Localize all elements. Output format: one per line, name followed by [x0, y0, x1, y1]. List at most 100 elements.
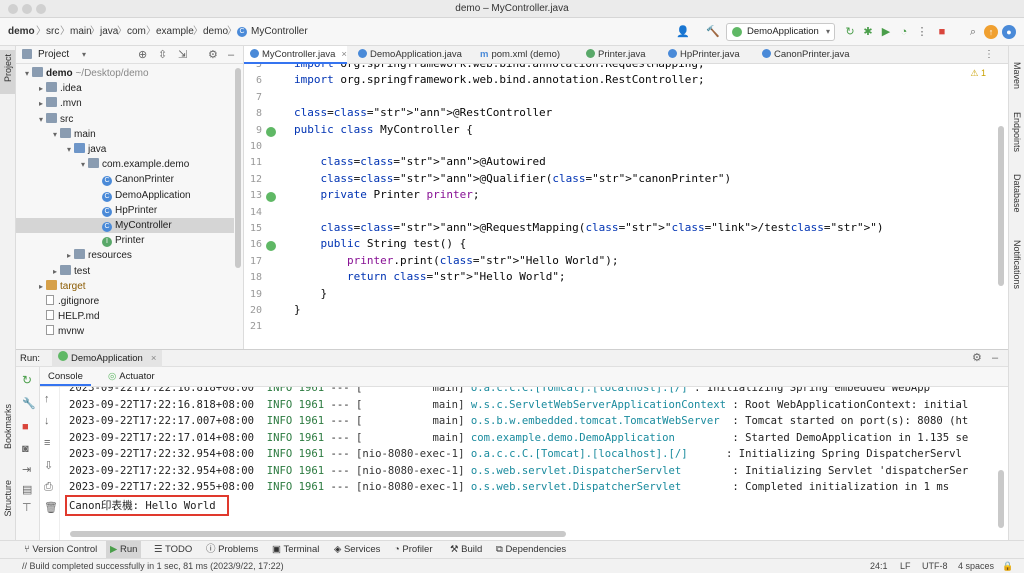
code-line[interactable]: class=class="str">"ann">@RestController: [294, 106, 552, 119]
tree-item-src[interactable]: ▾ src: [16, 112, 234, 127]
scroll-to-end-icon[interactable]: ⇩: [44, 459, 53, 472]
ai-assistant-icon[interactable]: ●: [1002, 25, 1016, 39]
chevron-down-icon[interactable]: ▾: [22, 66, 32, 81]
structure-tool-button[interactable]: Structure: [3, 480, 13, 517]
services-tool-button[interactable]: ◈ Services: [334, 541, 380, 559]
dependencies-tool-button[interactable]: ⧉ Dependencies: [496, 541, 566, 559]
database-tool-button[interactable]: Database: [1012, 174, 1022, 213]
terminal-tool-button[interactable]: ▣ Terminal: [272, 541, 319, 559]
locate-file-icon[interactable]: ⊕: [138, 46, 147, 64]
gear-icon[interactable]: ⚙: [208, 46, 218, 64]
line-number[interactable]: 15: [244, 223, 262, 234]
down-arrow-icon[interactable]: ↓: [44, 415, 50, 427]
code-line[interactable]: }: [294, 303, 301, 316]
editor-scrollbar[interactable]: [998, 126, 1004, 286]
line-separator[interactable]: LF: [900, 559, 911, 573]
rerun-icon[interactable]: ↻: [843, 25, 857, 39]
file-encoding[interactable]: UTF-8: [922, 559, 948, 573]
run-configuration-select[interactable]: DemoApplication ▾: [726, 23, 835, 41]
search-icon[interactable]: ⌕: [966, 25, 980, 39]
hide-panel-icon[interactable]: –: [228, 46, 234, 64]
wrench-icon[interactable]: 🔧: [22, 397, 36, 410]
maven-tool-button[interactable]: Maven: [1012, 62, 1022, 89]
tab-actuator[interactable]: ◎ Actuator: [100, 367, 163, 386]
code-line[interactable]: private Printer printer;: [294, 188, 480, 201]
close-icon[interactable]: ×: [341, 49, 347, 60]
bookmarks-tool-button[interactable]: Bookmarks: [3, 404, 13, 449]
debug-icon[interactable]: ✱: [861, 25, 875, 39]
line-number[interactable]: 10: [244, 141, 262, 152]
tab-mycontroller-java[interactable]: MyController.java ×: [244, 46, 347, 64]
close-window-button[interactable]: [8, 4, 18, 14]
more-tabs-icon[interactable]: ⋮: [984, 46, 994, 64]
line-number[interactable]: 19: [244, 289, 262, 300]
breadcrumb-example[interactable]: example: [156, 18, 194, 46]
tree-item-test[interactable]: ▸ test: [16, 264, 234, 279]
code-line[interactable]: class=class="str">"ann">@Qualifier(class…: [294, 172, 732, 185]
print-icon[interactable]: ⎙: [44, 481, 53, 494]
chevron-right-icon[interactable]: ▸: [36, 81, 46, 96]
tab-demoapplication-java[interactable]: DemoApplication.java: [352, 46, 462, 64]
tab-pom-xml[interactable]: m pom.xml (demo): [474, 46, 560, 64]
tree-item-mvn[interactable]: ▸ .mvn: [16, 96, 234, 111]
line-number[interactable]: 21: [244, 321, 262, 332]
chevron-right-icon[interactable]: ▸: [36, 279, 46, 294]
up-arrow-icon[interactable]: ↑: [44, 393, 50, 405]
breadcrumb-mycontroller[interactable]: MyController: [251, 18, 308, 46]
line-number[interactable]: 12: [244, 174, 262, 185]
code-line[interactable]: import org.springframework.web.bind.anno…: [294, 64, 705, 70]
line-number[interactable]: 7: [244, 92, 262, 103]
pin-icon[interactable]: ⊤: [22, 501, 32, 514]
tree-item-resources[interactable]: ▸ resources: [16, 248, 234, 263]
tree-item-hpprinter[interactable]: C HpPrinter: [16, 203, 234, 218]
status-message[interactable]: // Build completed successfully in 1 sec…: [22, 559, 284, 573]
line-number[interactable]: 20: [244, 305, 262, 316]
line-number[interactable]: 11: [244, 157, 262, 168]
breadcrumb-com[interactable]: com: [127, 18, 146, 46]
code-line[interactable]: public String test() {: [294, 237, 467, 250]
tree-item-printer[interactable]: I Printer: [16, 233, 234, 248]
spring-bean-gutter-icon[interactable]: [266, 192, 276, 203]
tree-item-mvnw[interactable]: mvnw: [16, 324, 234, 339]
tree-item-target[interactable]: ▸ target: [16, 279, 234, 294]
tree-item-main[interactable]: ▾ main: [16, 127, 234, 142]
breadcrumb-main[interactable]: main: [70, 18, 92, 46]
chevron-down-icon[interactable]: ▾: [78, 157, 88, 172]
breadcrumb-demo[interactable]: demo: [203, 18, 228, 46]
minimize-window-button[interactable]: [22, 4, 32, 14]
code-line[interactable]: printer.print(class="str">"Hello World")…: [294, 254, 619, 267]
chevron-down-icon[interactable]: ▾: [64, 142, 74, 157]
stop-icon[interactable]: ■: [22, 421, 29, 433]
line-number[interactable]: 5: [244, 64, 262, 70]
zoom-window-button[interactable]: [36, 4, 46, 14]
run-config-tab[interactable]: DemoApplication ×: [52, 350, 163, 367]
project-tool-button[interactable]: Project: [0, 50, 15, 94]
tree-item-idea[interactable]: ▸ .idea: [16, 81, 234, 96]
console-output[interactable]: 2023-09-22T17:22:16.818+08:00 INFO 1961 …: [60, 387, 998, 540]
hide-panel-icon[interactable]: –: [992, 350, 998, 367]
project-view-selector[interactable]: Project: [38, 46, 69, 64]
code-line[interactable]: class=class="str">"ann">@Autowired: [294, 155, 546, 168]
line-number[interactable]: 6: [244, 75, 262, 86]
chevron-down-icon[interactable]: ▾: [36, 112, 46, 127]
expand-all-icon[interactable]: ⇳: [158, 46, 167, 64]
breadcrumb-java[interactable]: java: [100, 18, 118, 46]
stop-icon[interactable]: ■: [935, 25, 949, 39]
code-line[interactable]: public class MyController {: [294, 123, 473, 136]
breadcrumb-src[interactable]: src: [46, 18, 59, 46]
layout-icon[interactable]: ▤: [22, 483, 32, 496]
tree-item-help-md[interactable]: HELP.md: [16, 309, 234, 324]
tree-item-com-example-demo[interactable]: ▾ com.example.demo: [16, 157, 234, 172]
caret-position[interactable]: 24:1: [870, 559, 888, 573]
version-control-tool-button[interactable]: ⑂ Version Control: [24, 541, 97, 559]
tree-item-java[interactable]: ▾ java: [16, 142, 234, 157]
console-vertical-scrollbar[interactable]: [998, 470, 1004, 528]
user-icon[interactable]: 👤: [676, 25, 690, 39]
chevron-right-icon[interactable]: ▸: [50, 264, 60, 279]
code-line[interactable]: class=class="str">"ann">@RequestMapping(…: [294, 221, 884, 234]
tree-item-demo[interactable]: ▾ demo ~/Desktop/demo: [16, 66, 234, 81]
run-tool-button[interactable]: ▶ Run: [106, 541, 142, 559]
soft-wrap-icon[interactable]: ≡: [44, 437, 50, 449]
more-actions-icon[interactable]: ⋮: [915, 25, 929, 39]
close-icon[interactable]: ×: [151, 353, 157, 364]
